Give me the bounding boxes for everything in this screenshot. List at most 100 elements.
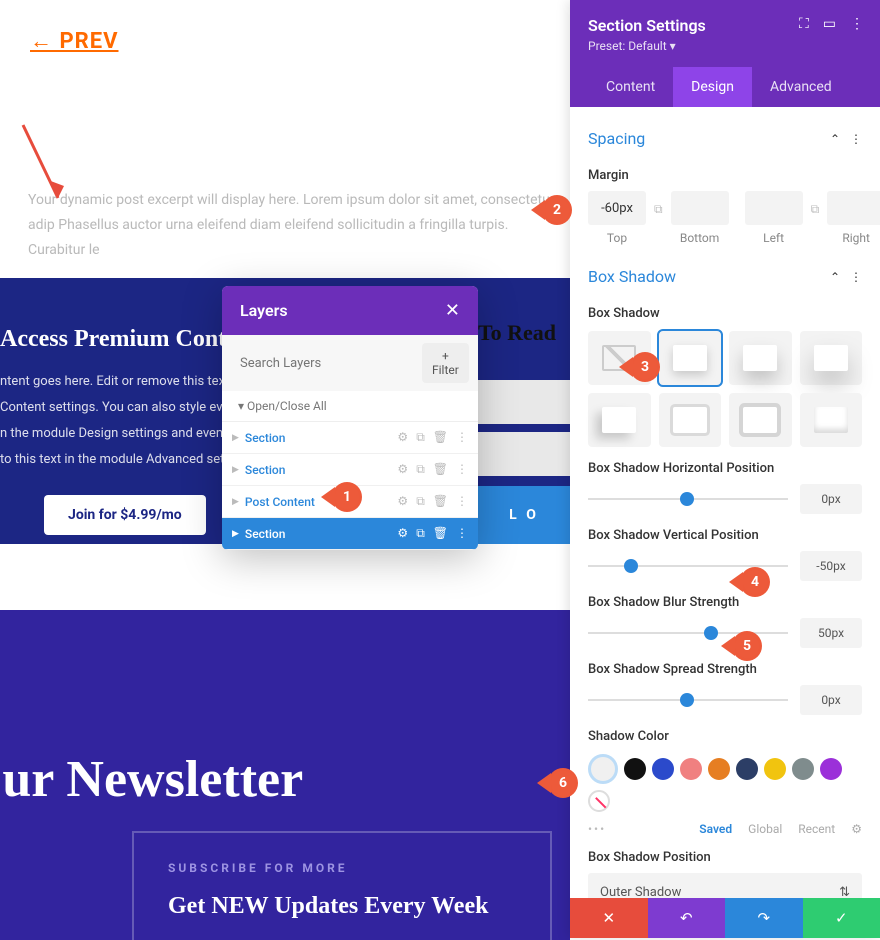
tab-design[interactable]: Design bbox=[673, 67, 752, 107]
chevron-up-icon[interactable]: ⌃ bbox=[830, 270, 840, 284]
shadow-v-pos-label: Box Shadow Vertical Position bbox=[588, 528, 862, 543]
shadow-preset-5[interactable] bbox=[659, 393, 722, 447]
link-icon[interactable]: ⧉ bbox=[811, 202, 820, 217]
shadow-v-input[interactable] bbox=[800, 551, 862, 581]
kebab-icon[interactable]: ⋮ bbox=[456, 494, 468, 509]
login-button[interactable]: L O bbox=[478, 486, 570, 544]
post-excerpt: Your dynamic post excerpt will display h… bbox=[28, 188, 568, 264]
gear-icon[interactable]: ⚙ bbox=[851, 822, 862, 836]
undo-button[interactable]: ↶ bbox=[648, 898, 726, 938]
subscribe-box: SUBSCRIBE FOR MORE Get NEW Updates Every… bbox=[132, 831, 552, 940]
kebab-icon[interactable]: ⋮ bbox=[850, 270, 862, 284]
trash-icon[interactable]: 🗑 bbox=[433, 494, 448, 509]
margin-right-caption: Right bbox=[842, 231, 870, 245]
margin-top-input[interactable] bbox=[588, 191, 646, 225]
chevron-up-icon[interactable]: ⌃ bbox=[830, 132, 840, 146]
gear-icon[interactable]: ⚙ bbox=[397, 430, 408, 445]
expand-icon[interactable]: ▶ bbox=[232, 529, 239, 539]
cancel-button[interactable]: ✕ bbox=[570, 898, 648, 938]
join-button[interactable]: Join for $4.99/mo bbox=[44, 495, 206, 535]
layers-search-input[interactable] bbox=[232, 348, 414, 379]
kebab-icon[interactable]: ⋮ bbox=[456, 462, 468, 477]
shadow-preset-6[interactable] bbox=[729, 393, 792, 447]
duplicate-icon[interactable]: ⧉ bbox=[416, 430, 425, 445]
duplicate-icon[interactable]: ⧉ bbox=[416, 494, 425, 509]
gear-icon[interactable]: ⚙ bbox=[397, 526, 408, 541]
tab-content[interactable]: Content bbox=[588, 67, 673, 107]
box-shadow-section[interactable]: Box Shadow ⌃⋮ bbox=[588, 245, 862, 292]
color-swatch[interactable] bbox=[792, 758, 814, 780]
settings-panel: Section Settings Preset: Default ▾ ⛶ ▭ ⋮… bbox=[570, 0, 880, 938]
color-swatch[interactable] bbox=[764, 758, 786, 780]
shadow-h-pos-label: Box Shadow Horizontal Position bbox=[588, 461, 862, 476]
color-swatch[interactable] bbox=[588, 754, 618, 784]
box-shadow-label: Box Shadow bbox=[588, 306, 862, 321]
redo-button[interactable]: ↷ bbox=[725, 898, 803, 938]
trash-icon[interactable]: 🗑 bbox=[433, 526, 448, 541]
link-icon[interactable]: ⧉ bbox=[654, 202, 663, 217]
shadow-preset-1[interactable] bbox=[659, 331, 722, 385]
layer-row[interactable]: ▶ Section ⚙ ⧉ 🗑 ⋮ bbox=[222, 422, 478, 454]
layer-row-selected[interactable]: ▶ Section ⚙⧉🗑⋮ bbox=[222, 518, 478, 550]
layer-label: Section bbox=[245, 431, 398, 445]
expand-icon[interactable]: ▶ bbox=[232, 465, 239, 475]
color-swatch[interactable] bbox=[624, 758, 646, 780]
duplicate-icon[interactable]: ⧉ bbox=[416, 526, 425, 541]
shadow-spread-input[interactable] bbox=[800, 685, 862, 715]
shadow-color-label: Shadow Color bbox=[588, 729, 862, 744]
shadow-spread-slider[interactable] bbox=[588, 692, 788, 708]
responsive-icon[interactable]: ▭ bbox=[823, 16, 836, 32]
newsletter-section: n Our Newsletter ces SUBSCRIBE FOR MORE … bbox=[0, 610, 570, 940]
expand-icon[interactable]: ▶ bbox=[232, 433, 239, 443]
preset-dropdown[interactable]: Preset: Default ▾ bbox=[588, 39, 862, 53]
margin-bottom-caption: Bottom bbox=[680, 231, 719, 245]
color-swatch[interactable] bbox=[680, 758, 702, 780]
duplicate-icon[interactable]: ⧉ bbox=[416, 462, 425, 477]
margin-label: Margin bbox=[588, 168, 862, 183]
margin-left-input[interactable] bbox=[745, 191, 803, 225]
shadow-blur-input[interactable] bbox=[800, 618, 862, 648]
save-button[interactable]: ✓ bbox=[803, 898, 880, 938]
shadow-preset-2[interactable] bbox=[729, 331, 792, 385]
shadow-preset-3[interactable] bbox=[800, 331, 863, 385]
trash-icon[interactable]: 🗑 bbox=[433, 430, 448, 445]
color-tab-global[interactable]: Global bbox=[748, 822, 782, 836]
shadow-position-label: Box Shadow Position bbox=[588, 850, 862, 865]
filter-button[interactable]: + Filter bbox=[422, 343, 469, 383]
margin-right-input[interactable] bbox=[827, 191, 880, 225]
layer-row[interactable]: ▶ Section ⚙ ⧉ 🗑 ⋮ bbox=[222, 454, 478, 486]
layer-label: Section bbox=[245, 463, 398, 477]
expand-icon[interactable]: ▶ bbox=[232, 497, 239, 507]
shadow-preset-4[interactable] bbox=[588, 393, 651, 447]
trash-icon[interactable]: 🗑 bbox=[433, 462, 448, 477]
kebab-icon[interactable]: ⋮ bbox=[456, 526, 468, 541]
shadow-h-slider[interactable] bbox=[588, 491, 788, 507]
color-tab-recent[interactable]: Recent bbox=[798, 822, 835, 836]
annotation-badge-5: 5 bbox=[732, 631, 762, 661]
color-swatch[interactable] bbox=[736, 758, 758, 780]
expand-icon[interactable]: ⛶ bbox=[799, 16, 809, 32]
color-none[interactable] bbox=[588, 790, 610, 812]
prev-link[interactable]: ← PREV bbox=[30, 28, 119, 54]
more-colors-icon[interactable]: ••• bbox=[588, 822, 606, 836]
tab-advanced[interactable]: Advanced bbox=[752, 67, 850, 107]
shadow-h-input[interactable] bbox=[800, 484, 862, 514]
color-swatch[interactable] bbox=[652, 758, 674, 780]
shadow-position-select[interactable]: Outer Shadow⇅ bbox=[588, 873, 862, 898]
color-tab-saved[interactable]: Saved bbox=[699, 822, 732, 836]
select-arrows-icon: ⇅ bbox=[839, 885, 850, 899]
kebab-icon[interactable]: ⋮ bbox=[850, 132, 862, 146]
color-swatch[interactable] bbox=[820, 758, 842, 780]
gear-icon[interactable]: ⚙ bbox=[397, 462, 408, 477]
margin-bottom-input[interactable] bbox=[671, 191, 729, 225]
color-swatch[interactable] bbox=[708, 758, 730, 780]
close-icon[interactable]: ✕ bbox=[445, 300, 460, 321]
kebab-icon[interactable]: ⋮ bbox=[850, 16, 864, 32]
gear-icon[interactable]: ⚙ bbox=[397, 494, 408, 509]
username-input[interactable] bbox=[478, 380, 570, 424]
shadow-preset-7[interactable] bbox=[800, 393, 863, 447]
password-input[interactable] bbox=[478, 432, 570, 476]
kebab-icon[interactable]: ⋮ bbox=[456, 430, 468, 445]
spacing-section[interactable]: Spacing ⌃⋮ bbox=[588, 107, 862, 154]
open-close-all[interactable]: ▾ Open/Close All bbox=[222, 391, 478, 422]
